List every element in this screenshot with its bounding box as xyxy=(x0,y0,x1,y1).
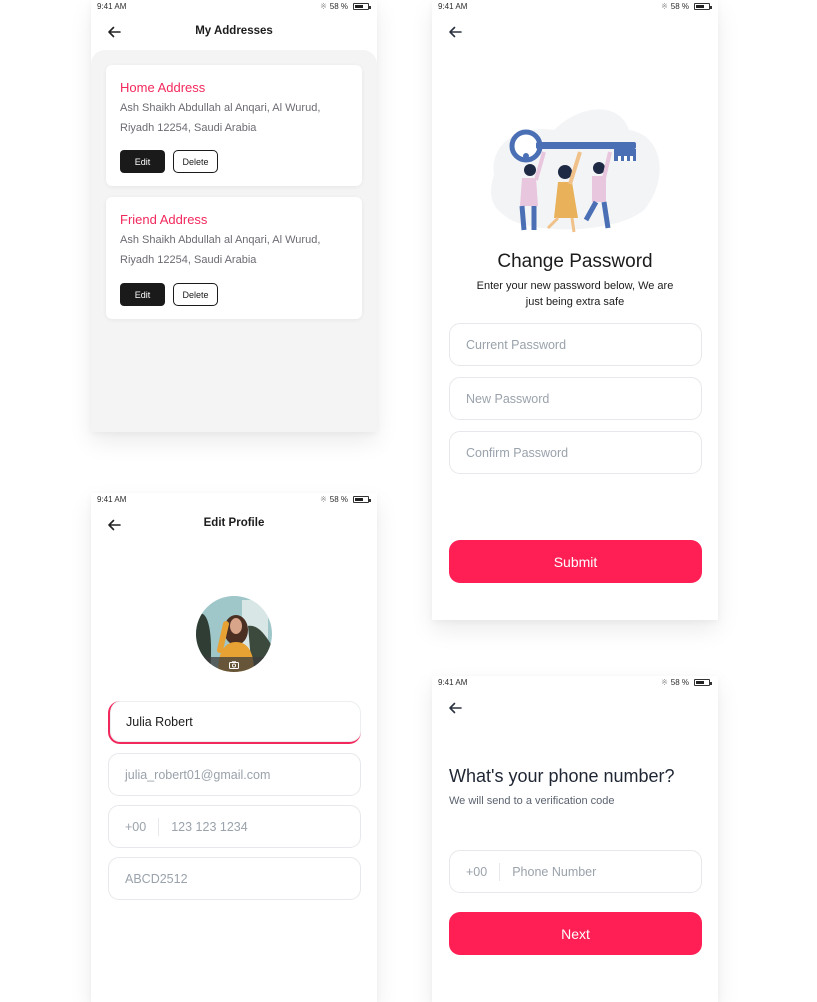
my-addresses-screen: 9:41 AM ※ 58 % My Addresses Home Address… xyxy=(91,0,377,432)
name-value: Julia Robert xyxy=(126,714,193,729)
address-title: Friend Address xyxy=(120,212,208,227)
address-title: Home Address xyxy=(120,80,206,95)
address-line-2: Riyadh 12254, Saudi Arabia xyxy=(120,254,257,266)
phone-prefix[interactable]: +00 xyxy=(125,820,146,834)
avatar[interactable] xyxy=(196,596,272,672)
change-password-screen: 9:41 AM ※ 58 % Change Password Enter you… xyxy=(432,0,718,620)
status-bar: 9:41 AM ※ 58 % xyxy=(432,676,718,690)
phone-input[interactable]: +00 123 123 1234 xyxy=(108,805,361,848)
page-title: My Addresses xyxy=(195,25,273,37)
phone-number-screen: 9:41 AM ※ 58 % What's your phone number?… xyxy=(432,676,718,1002)
addresses-list: Home Address Ash Shaikh Abdullah al Anqa… xyxy=(91,50,377,432)
battery-percent: 58 % xyxy=(670,678,689,687)
bluetooth-icon: ※ xyxy=(320,495,327,504)
battery-icon xyxy=(694,679,712,686)
code-input[interactable]: ABCD2512 xyxy=(108,857,361,900)
address-line-1: Ash Shaikh Abdullah al Anqari, Al Wurud, xyxy=(120,102,321,114)
status-time: 9:41 AM xyxy=(438,678,468,687)
submit-button[interactable]: Submit xyxy=(449,540,702,583)
edit-button[interactable]: Edit xyxy=(120,283,165,306)
confirm-password-input[interactable]: Confirm Password xyxy=(449,431,702,474)
battery-percent: 58 % xyxy=(670,2,689,11)
page-title: Edit Profile xyxy=(203,517,265,529)
divider xyxy=(499,862,501,881)
page-subtitle: We will send to a verification code xyxy=(449,795,615,807)
address-card: Friend Address Ash Shaikh Abdullah al An… xyxy=(106,197,362,319)
address-card: Home Address Ash Shaikh Abdullah al Anqa… xyxy=(106,65,362,186)
new-password-placeholder: New Password xyxy=(466,391,550,406)
status-bar: 9:41 AM ※ 58 % xyxy=(91,0,377,14)
status-bar: 9:41 AM ※ 58 % xyxy=(91,493,377,507)
battery-icon xyxy=(353,3,371,10)
divider xyxy=(158,817,160,836)
battery-icon xyxy=(694,3,712,10)
subtitle-line-2: just being extra safe xyxy=(525,296,625,308)
people-holding-key-illustration xyxy=(491,109,660,233)
back-arrow-icon[interactable] xyxy=(444,697,466,719)
current-password-input[interactable]: Current Password xyxy=(449,323,702,366)
new-password-input[interactable]: New Password xyxy=(449,377,702,420)
status-bar: 9:41 AM ※ 58 % xyxy=(432,0,718,14)
bluetooth-icon: ※ xyxy=(661,678,668,687)
code-placeholder: ABCD2512 xyxy=(125,871,188,886)
bluetooth-icon: ※ xyxy=(320,2,327,11)
camera-icon xyxy=(229,660,239,669)
page-title: Change Password xyxy=(497,251,653,272)
current-password-placeholder: Current Password xyxy=(466,337,567,352)
name-input[interactable]: Julia Robert xyxy=(108,701,361,744)
phone-number-input[interactable]: +00 Phone Number xyxy=(449,850,702,893)
edit-button[interactable]: Edit xyxy=(120,150,165,173)
back-arrow-icon[interactable] xyxy=(444,21,466,43)
change-photo-button[interactable] xyxy=(196,657,272,672)
status-time: 9:41 AM xyxy=(97,495,127,504)
delete-button[interactable]: Delete xyxy=(173,283,218,306)
confirm-password-placeholder: Confirm Password xyxy=(466,445,569,460)
status-time: 9:41 AM xyxy=(97,2,127,11)
address-line-2: Riyadh 12254, Saudi Arabia xyxy=(120,122,257,134)
email-placeholder: julia_robert01@gmail.com xyxy=(125,767,271,782)
battery-percent: 58 % xyxy=(329,495,348,504)
next-button[interactable]: Next xyxy=(449,912,702,955)
phone-placeholder: Phone Number xyxy=(512,864,597,879)
bluetooth-icon: ※ xyxy=(661,2,668,11)
status-time: 9:41 AM xyxy=(438,2,468,11)
email-input[interactable]: julia_robert01@gmail.com xyxy=(108,753,361,796)
battery-percent: 58 % xyxy=(329,2,348,11)
battery-icon xyxy=(353,496,371,503)
phone-prefix[interactable]: +00 xyxy=(466,865,487,879)
subtitle-line-1: Enter your new password below, We are xyxy=(476,280,674,292)
address-line-1: Ash Shaikh Abdullah al Anqari, Al Wurud, xyxy=(120,234,321,246)
delete-button[interactable]: Delete xyxy=(173,150,218,173)
edit-profile-screen: 9:41 AM ※ 58 % Edit Profile Julia Robert… xyxy=(91,493,377,1002)
page-title: What's your phone number? xyxy=(449,766,675,786)
phone-placeholder: 123 123 1234 xyxy=(171,819,248,834)
